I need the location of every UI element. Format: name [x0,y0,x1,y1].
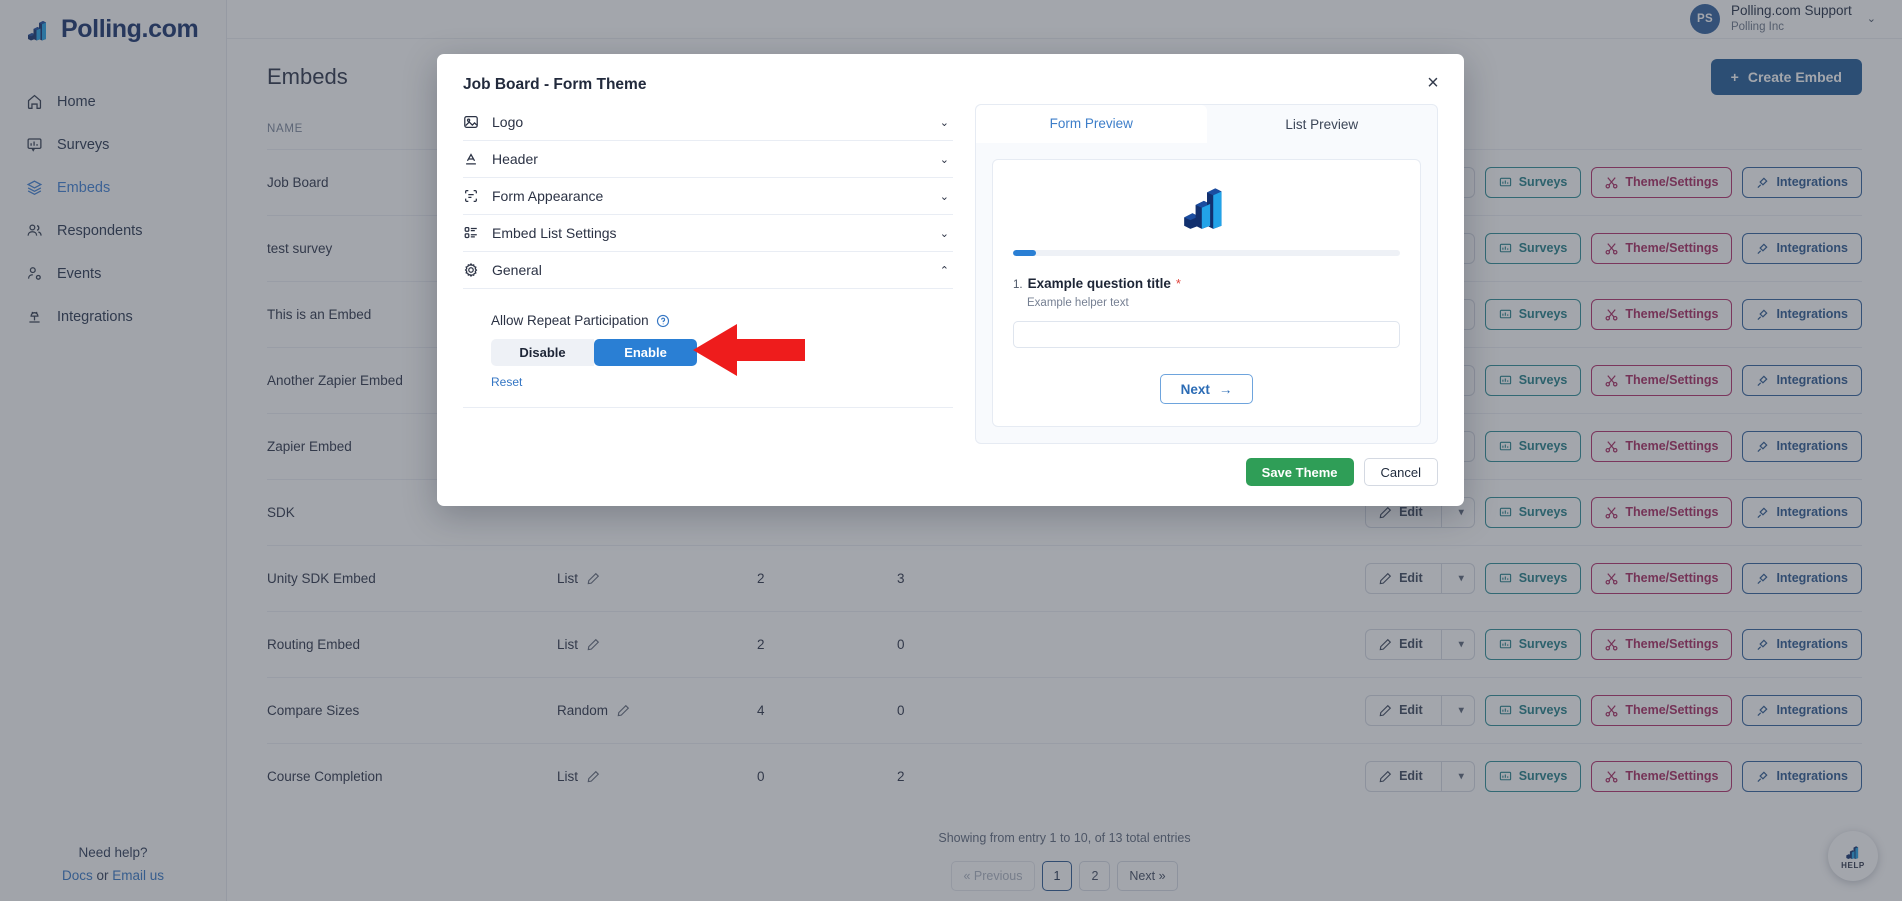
progress-fill [1013,250,1037,256]
form-scan-icon [463,188,479,204]
save-theme-button[interactable]: Save Theme [1245,458,1354,486]
question-number: 1. [1013,279,1023,291]
modal-footer: Save Theme Cancel [463,458,1438,486]
accordion-label: Logo [492,114,524,130]
tab-form-preview[interactable]: Form Preview [976,105,1207,143]
answer-input[interactable] [1013,321,1400,348]
form-preview-card: 1. Example question title * Example help… [992,159,1421,427]
close-icon[interactable]: × [1422,72,1444,94]
disable-button[interactable]: Disable [491,339,594,366]
chevron-down-icon: ⌄ [939,190,949,203]
cancel-button[interactable]: Cancel [1363,458,1438,486]
form-theme-modal: Job Board - Form Theme × Logo ⌄ Header ⌄ [437,54,1464,506]
theme-accordion: Logo ⌄ Header ⌄ Form Appearance ⌄ Embed … [463,104,953,444]
accordion-label: General [492,262,542,278]
preview-question: 1. Example question title * [1013,276,1400,291]
help-circle-icon[interactable] [656,314,670,328]
modal-body: Logo ⌄ Header ⌄ Form Appearance ⌄ Embed … [463,104,1438,444]
accordion-section-form-appearance[interactable]: Form Appearance ⌄ [463,178,953,215]
accordion-label: Form Appearance [492,188,604,204]
accordion-label: Embed List Settings [492,225,617,241]
modal-title: Job Board - Form Theme [463,76,647,93]
arrow-right-icon: → [1218,381,1233,397]
next-label: Next [1180,381,1210,397]
polling-logo-icon [1183,188,1222,229]
tab-list-preview[interactable]: List Preview [1207,105,1438,143]
annotation-arrow [693,322,805,383]
question-title: Example question title [1027,276,1171,291]
progress-bar [1013,250,1400,256]
accordion-label: Header [492,151,538,167]
preview-tabs: Form Preview List Preview [976,105,1437,143]
image-icon [463,114,479,130]
question-helper-text: Example helper text [1027,297,1129,309]
accordion-section-general[interactable]: General ⌃ [463,252,953,289]
reset-link[interactable]: Reset [491,375,522,389]
list-settings-icon [463,225,479,241]
text-format-icon [463,151,479,167]
preview-panel: Form Preview List Preview 1. Example que… [975,104,1438,444]
gear-icon [463,262,479,278]
required-asterisk: * [1175,276,1181,291]
preview-logo [1013,178,1400,232]
enable-button[interactable]: Enable [594,339,697,366]
chevron-down-icon: ⌄ [939,153,949,166]
chevron-up-icon: ⌃ [939,264,949,277]
next-button[interactable]: Next → [1159,374,1254,404]
app-root: Polling.com Home Surveys Embeds Responde… [0,0,1902,901]
chevron-down-icon: ⌄ [939,116,949,129]
accordion-section-embed-list-settings[interactable]: Embed List Settings ⌄ [463,215,953,252]
accordion-section-header[interactable]: Header ⌄ [463,141,953,178]
chevron-down-icon: ⌄ [939,227,949,240]
accordion-section-logo[interactable]: Logo ⌄ [463,104,953,141]
